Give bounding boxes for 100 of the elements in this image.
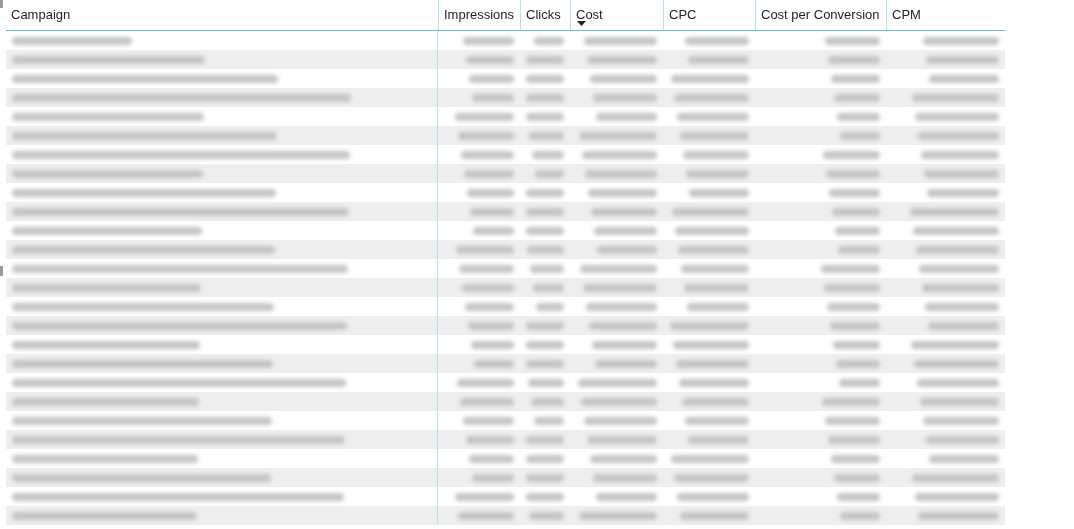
blurred-text (585, 169, 657, 178)
blurred-text (927, 188, 999, 197)
blurred-text (840, 131, 880, 140)
blurred-text (687, 302, 749, 311)
blurred-text (458, 131, 514, 140)
blurred-text (463, 416, 514, 425)
blurred-text (829, 188, 880, 197)
blurred-text (455, 112, 514, 121)
blurred-text (928, 321, 999, 330)
blurred-text (836, 359, 880, 368)
blurred-text (596, 492, 657, 501)
blurred-text (681, 264, 749, 273)
blurred-text (684, 283, 749, 292)
blurred-text (678, 245, 749, 254)
blurred-text (590, 74, 657, 83)
blurred-text (535, 169, 564, 178)
blurred-text (455, 492, 514, 501)
blurred-text (529, 511, 564, 520)
column-header[interactable]: Impressions (444, 5, 515, 25)
blurred-text (461, 150, 514, 159)
blurred-text (680, 131, 749, 140)
blurred-text (526, 321, 564, 330)
blurred-text (456, 245, 514, 254)
blurred-text (472, 473, 514, 482)
blurred-text (596, 112, 657, 121)
blurred-text (689, 188, 749, 197)
column-header[interactable]: Cost per Conversion (761, 5, 880, 25)
blurred-text (530, 264, 564, 273)
blurred-text (686, 169, 749, 178)
blurred-text (527, 245, 564, 254)
blurred-text (586, 302, 657, 311)
blurred-text (534, 416, 564, 425)
blurred-text (587, 435, 657, 444)
blurred-text (595, 359, 657, 368)
column-header[interactable]: CPM (892, 5, 921, 25)
column-header[interactable]: CPC (669, 5, 697, 25)
resize-handle[interactable] (0, 266, 3, 276)
blurred-text (469, 454, 514, 463)
blurred-text (824, 283, 880, 292)
blurred-text (526, 454, 564, 463)
blurred-text (531, 397, 564, 406)
blurred-text (467, 188, 514, 197)
blurred-text (529, 131, 564, 140)
blurred-text (683, 150, 749, 159)
blurred-text (526, 473, 564, 482)
blurred-text (594, 226, 657, 235)
blurred-text (682, 397, 749, 406)
blurred-text (532, 150, 564, 159)
blurred-text (465, 302, 514, 311)
blurred-text (680, 511, 749, 520)
blurred-text (834, 473, 880, 482)
blurred-text (526, 226, 564, 235)
column-header[interactable]: Campaign (11, 5, 71, 25)
blurred-text (592, 340, 657, 349)
blurred-text (591, 207, 657, 216)
blurred-text (526, 55, 564, 64)
blurred-text (929, 454, 999, 463)
blurred-text (685, 416, 749, 425)
blurred-text (835, 226, 880, 235)
blurred-text (463, 36, 514, 45)
column-header[interactable]: Cost (576, 5, 603, 25)
column-header[interactable]: Clicks (526, 5, 561, 25)
blurred-text (526, 93, 564, 102)
blurred-text (677, 112, 749, 121)
blurred-text (526, 359, 564, 368)
blurred-text (826, 169, 880, 178)
blurred-text (588, 188, 657, 197)
blurred-text (831, 74, 880, 83)
blurred-text (832, 207, 880, 216)
blurred-text (685, 36, 749, 45)
blurred-text (472, 93, 514, 102)
blurred-text (526, 188, 564, 197)
blurred-text (528, 378, 564, 387)
blurred-text (534, 36, 564, 45)
blurred-text (823, 150, 880, 159)
blurred-text (470, 207, 514, 216)
blurred-text (526, 435, 564, 444)
blurred-text (457, 378, 514, 387)
blurred-text (526, 340, 564, 349)
blurred-text (593, 473, 657, 482)
blurred-text (839, 378, 880, 387)
blurred-text (464, 169, 514, 178)
blurred-text (593, 93, 657, 102)
blurred-text (828, 435, 880, 444)
blurred-text (831, 454, 880, 463)
blurred-text (526, 74, 564, 83)
resize-handle[interactable] (0, 0, 3, 8)
blurred-text (834, 93, 880, 102)
blurred-text (462, 283, 514, 292)
blurred-text (838, 245, 880, 254)
blurred-text (827, 302, 880, 311)
blurred-text (466, 435, 514, 444)
blurred-text (587, 55, 657, 64)
blurred-text (589, 321, 657, 330)
blurred-text (468, 321, 514, 330)
blurred-text (830, 321, 880, 330)
blurred-text (825, 416, 880, 425)
blurred-text (929, 74, 999, 83)
blurred-text (679, 378, 749, 387)
blurred-text (469, 74, 514, 83)
